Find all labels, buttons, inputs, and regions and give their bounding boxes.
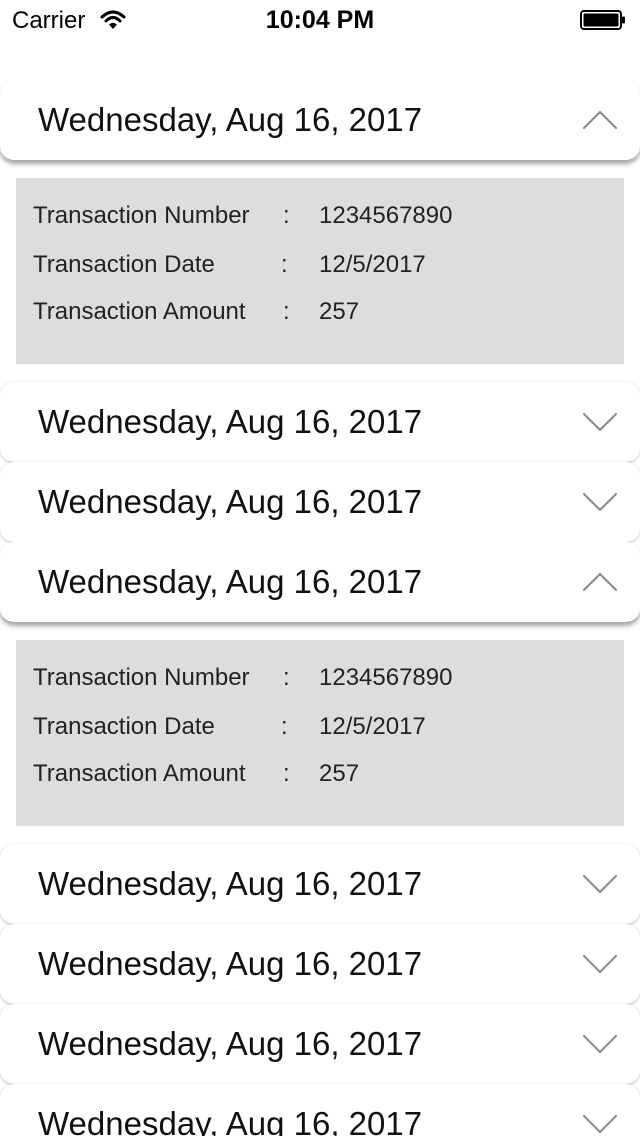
transaction-section: Wednesday, Aug 16, 2017: [0, 1084, 640, 1136]
section-date-title: Wednesday, Aug 16, 2017: [38, 945, 423, 982]
transaction-date-label: Transaction Date: [33, 713, 215, 740]
transaction-amount-label: Transaction Amount: [33, 298, 246, 325]
chevron-up-icon[interactable]: [580, 568, 620, 596]
transaction-section: Wednesday, Aug 16, 2017 Transaction Numb…: [0, 542, 640, 844]
transaction-section: Wednesday, Aug 16, 2017 Transaction Numb…: [0, 80, 640, 382]
section-date-title: Wednesday, Aug 16, 2017: [38, 865, 423, 902]
transaction-amount-value: 257: [319, 760, 360, 787]
chevron-down-icon[interactable]: [580, 488, 620, 516]
section-date-title: Wednesday, Aug 16, 2017: [38, 101, 423, 138]
transaction-section: Wednesday, Aug 16, 2017: [0, 1004, 640, 1084]
chevron-down-icon[interactable]: [580, 1110, 620, 1136]
transaction-date-separator: :: [281, 713, 288, 740]
chevron-up-icon[interactable]: [580, 106, 620, 134]
section-header[interactable]: Wednesday, Aug 16, 2017: [0, 1084, 640, 1136]
section-header[interactable]: Wednesday, Aug 16, 2017: [0, 462, 640, 542]
transaction-section: Wednesday, Aug 16, 2017: [0, 462, 640, 542]
transaction-date-label: Transaction Date: [33, 251, 215, 278]
transaction-number-label: Transaction Number: [33, 664, 250, 691]
transaction-number-value: 1234567890: [319, 664, 453, 691]
transaction-date-value: 12/5/2017: [319, 251, 426, 278]
screen: Carrier 10:04 PM Wednesday, Aug 16, 2017…: [0, 0, 640, 1136]
section-header[interactable]: Wednesday, Aug 16, 2017: [0, 844, 640, 924]
transaction-details-panel: Transaction Number : 1234567890 Transact…: [16, 640, 624, 826]
transaction-amount-separator: :: [283, 298, 290, 325]
section-date-title: Wednesday, Aug 16, 2017: [38, 563, 423, 600]
section-date-title: Wednesday, Aug 16, 2017: [38, 1105, 423, 1136]
status-bar: Carrier 10:04 PM: [0, 0, 640, 40]
transaction-section: Wednesday, Aug 16, 2017: [0, 844, 640, 924]
transaction-date-value: 12/5/2017: [319, 713, 426, 740]
transaction-section: Wednesday, Aug 16, 2017: [0, 382, 640, 462]
battery-icon: [580, 10, 625, 30]
transaction-date-separator: :: [281, 251, 288, 278]
transaction-details: Transaction Number : 1234567890 Transact…: [0, 622, 640, 844]
transaction-number-value: 1234567890: [319, 202, 453, 229]
section-date-title: Wednesday, Aug 16, 2017: [38, 483, 423, 520]
chevron-down-icon[interactable]: [580, 1030, 620, 1058]
section-header[interactable]: Wednesday, Aug 16, 2017: [0, 1004, 640, 1084]
section-date-title: Wednesday, Aug 16, 2017: [38, 1025, 423, 1062]
transaction-number-separator: :: [283, 664, 290, 691]
transaction-details-panel: Transaction Number : 1234567890 Transact…: [16, 178, 624, 364]
transaction-amount-separator: :: [283, 760, 290, 787]
transaction-list: Wednesday, Aug 16, 2017 Transaction Numb…: [0, 80, 640, 1136]
transaction-amount-label: Transaction Amount: [33, 760, 246, 787]
section-header[interactable]: Wednesday, Aug 16, 2017: [0, 924, 640, 1004]
section-header[interactable]: Wednesday, Aug 16, 2017: [0, 382, 640, 462]
section-header[interactable]: Wednesday, Aug 16, 2017: [0, 542, 640, 622]
transaction-section: Wednesday, Aug 16, 2017: [0, 924, 640, 1004]
transaction-amount-value: 257: [319, 298, 360, 325]
chevron-down-icon[interactable]: [580, 950, 620, 978]
chevron-down-icon[interactable]: [580, 408, 620, 436]
transaction-number-separator: :: [283, 202, 290, 229]
transaction-number-label: Transaction Number: [33, 202, 250, 229]
status-time: 10:04 PM: [265, 6, 375, 34]
transaction-details: Transaction Number : 1234567890 Transact…: [0, 160, 640, 382]
section-date-title: Wednesday, Aug 16, 2017: [38, 403, 423, 440]
section-header[interactable]: Wednesday, Aug 16, 2017: [0, 80, 640, 160]
chevron-down-icon[interactable]: [580, 870, 620, 898]
